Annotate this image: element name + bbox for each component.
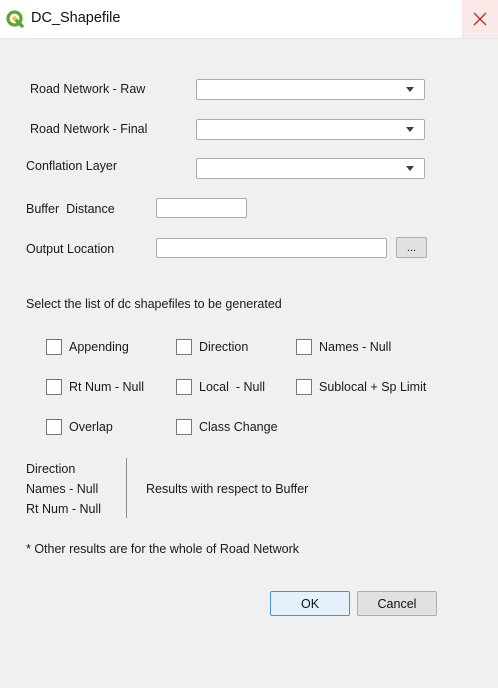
sublocal-sp-limit-label: Sublocal + Sp Limit xyxy=(319,380,427,394)
road-network-final-combo[interactable] xyxy=(196,119,425,140)
window-title: DC_Shapefile xyxy=(31,10,121,26)
vertical-divider xyxy=(126,458,127,518)
local-null-checkbox[interactable] xyxy=(176,379,192,395)
chevron-down-icon xyxy=(406,127,414,132)
close-button[interactable] xyxy=(462,0,498,38)
close-icon xyxy=(473,12,487,26)
buffer-item-direction: Direction xyxy=(26,462,76,476)
appending-label: Appending xyxy=(69,340,129,354)
chevron-down-icon xyxy=(406,166,414,171)
buffer-item-rt-num-null: Rt Num - Null xyxy=(26,502,102,516)
rt-num-null-label: Rt Num - Null xyxy=(69,380,145,394)
conflation-layer-label: Conflation Layer xyxy=(26,159,118,173)
buffer-note: Results with respect to Buffer xyxy=(146,482,309,496)
buffer-item-names-null: Names - Null xyxy=(26,482,99,496)
browse-button[interactable]: ... xyxy=(396,237,427,258)
road-network-final-label: Road Network - Final xyxy=(30,122,148,136)
chevron-down-icon xyxy=(406,87,414,92)
qgis-logo-icon xyxy=(6,10,24,28)
conflation-layer-combo[interactable] xyxy=(196,158,425,179)
names-null-checkbox[interactable] xyxy=(296,339,312,355)
names-null-label: Names - Null xyxy=(319,340,392,354)
local-null-label: Local - Null xyxy=(199,380,265,394)
output-location-label: Output Location xyxy=(26,242,115,256)
appending-checkbox[interactable] xyxy=(46,339,62,355)
footnote: * Other results are for the whole of Roa… xyxy=(26,542,300,556)
buffer-distance-input[interactable] xyxy=(156,198,247,218)
class-change-checkbox[interactable] xyxy=(176,419,192,435)
overlap-checkbox[interactable] xyxy=(46,419,62,435)
ok-button[interactable]: OK xyxy=(270,591,350,616)
overlap-label: Overlap xyxy=(69,420,113,434)
title-bar: DC_Shapefile xyxy=(0,0,498,39)
direction-label: Direction xyxy=(199,340,249,354)
output-location-input[interactable] xyxy=(156,238,387,258)
sublocal-sp-limit-checkbox[interactable] xyxy=(296,379,312,395)
rt-num-null-checkbox[interactable] xyxy=(46,379,62,395)
road-network-raw-combo[interactable] xyxy=(196,79,425,100)
direction-checkbox[interactable] xyxy=(176,339,192,355)
cancel-button[interactable]: Cancel xyxy=(357,591,437,616)
class-change-label: Class Change xyxy=(199,420,278,434)
shapefiles-heading: Select the list of dc shapefiles to be g… xyxy=(26,297,282,311)
buffer-distance-label: Buffer Distance xyxy=(26,202,115,216)
road-network-raw-label: Road Network - Raw xyxy=(30,82,146,96)
